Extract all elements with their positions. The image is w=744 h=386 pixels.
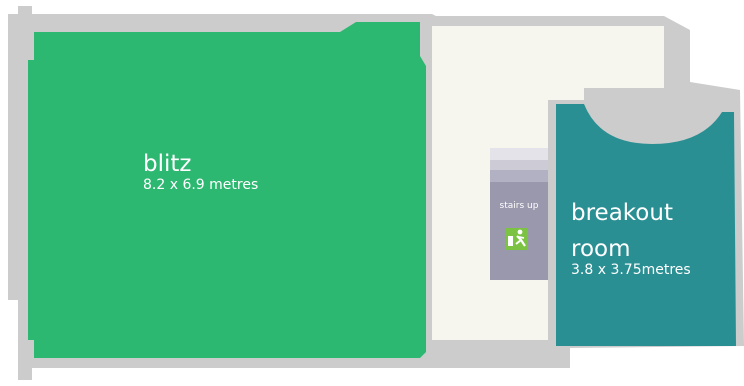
room-label-breakout: breakout room 3.8 x 3.75metres (571, 200, 691, 278)
room-dimensions-blitz: 8.2 x 6.9 metres (143, 177, 259, 193)
room-dimensions-breakout: 3.8 x 3.75metres (571, 262, 691, 278)
floor-plan (8, 6, 744, 380)
room-name-blitz: blitz (143, 151, 192, 177)
room-name-breakout-line2: room (571, 236, 631, 262)
emergency-exit-running-man-icon (506, 228, 528, 250)
stairs-label: stairs up (499, 201, 539, 211)
room-name-breakout-line1: breakout (571, 200, 673, 226)
room-label-blitz: blitz 8.2 x 6.9 metres (143, 151, 258, 193)
stairs (490, 148, 548, 280)
